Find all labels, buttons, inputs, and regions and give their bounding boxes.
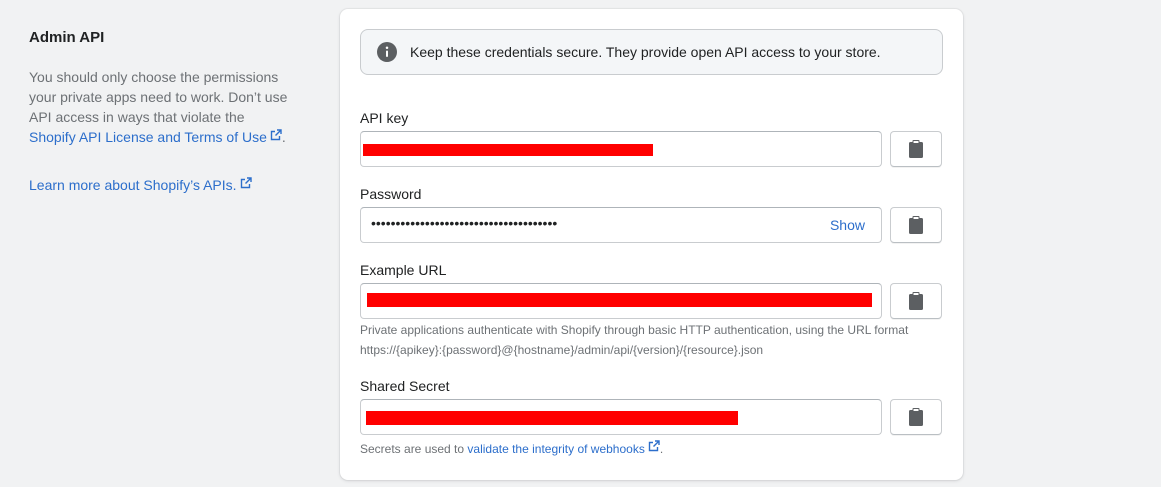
api-key-field: API key bbox=[360, 108, 943, 167]
admin-api-description-section: Admin API You should only choose the per… bbox=[29, 28, 289, 195]
shared-secret-help-suffix: . bbox=[659, 442, 664, 456]
password-label: Password bbox=[360, 186, 422, 202]
password-input[interactable]: •••••••••••••••••••••••••••••••••••••• S… bbox=[360, 207, 882, 243]
info-icon bbox=[377, 42, 397, 62]
admin-api-page: Admin API You should only choose the per… bbox=[0, 0, 1161, 487]
copy-password-button[interactable] bbox=[890, 207, 942, 243]
redaction-bar bbox=[366, 411, 738, 425]
example-url-label: Example URL bbox=[360, 262, 447, 278]
credentials-card: Keep these credentials secure. They prov… bbox=[340, 9, 963, 480]
external-link-icon bbox=[648, 440, 660, 452]
learn-more-row: Learn more about Shopify’s APIs. bbox=[29, 175, 289, 195]
clipboard-icon bbox=[909, 140, 923, 158]
example-url-help-line2: https://{apikey}:{password}@{hostname}/a… bbox=[360, 343, 764, 357]
clipboard-icon bbox=[909, 292, 923, 310]
copy-api-key-button[interactable] bbox=[890, 131, 942, 167]
password-field: Password •••••••••••••••••••••••••••••••… bbox=[360, 184, 943, 243]
section-description: You should only choose the permissions y… bbox=[29, 67, 289, 147]
api-key-label: API key bbox=[360, 110, 409, 126]
security-banner: Keep these credentials secure. They prov… bbox=[360, 29, 943, 75]
show-password-button[interactable]: Show bbox=[830, 217, 865, 233]
webhook-integrity-link-text: validate the integrity of webhooks bbox=[467, 442, 645, 456]
api-key-input[interactable] bbox=[360, 131, 882, 167]
example-url-help-line1: Private applications authenticate with S… bbox=[360, 323, 909, 337]
shared-secret-row bbox=[360, 399, 943, 435]
example-url-input[interactable] bbox=[360, 283, 882, 319]
section-title: Admin API bbox=[29, 29, 105, 46]
redaction-bar bbox=[367, 293, 872, 307]
description-text: You should only choose the permissions y… bbox=[29, 69, 288, 125]
clipboard-icon bbox=[909, 216, 923, 234]
shared-secret-label: Shared Secret bbox=[360, 378, 450, 394]
example-url-help: Private applications authenticate with S… bbox=[360, 320, 943, 360]
api-license-link[interactable]: Shopify API License and Terms of Use bbox=[29, 129, 282, 145]
external-link-icon bbox=[240, 177, 252, 189]
banner-text: Keep these credentials secure. They prov… bbox=[410, 44, 881, 60]
api-license-link-text: Shopify API License and Terms of Use bbox=[29, 129, 267, 145]
password-row: •••••••••••••••••••••••••••••••••••••• S… bbox=[360, 207, 943, 243]
clipboard-icon bbox=[909, 408, 923, 426]
copy-shared-secret-button[interactable] bbox=[890, 399, 942, 435]
shared-secret-input[interactable] bbox=[360, 399, 882, 435]
copy-example-url-button[interactable] bbox=[890, 283, 942, 319]
example-url-row bbox=[360, 283, 943, 319]
api-key-row bbox=[360, 131, 943, 167]
shared-secret-field: Shared Secret Secrets are used to valida… bbox=[360, 376, 943, 456]
description-suffix: . bbox=[281, 129, 286, 145]
webhook-integrity-link[interactable]: validate the integrity of webhooks bbox=[467, 440, 660, 456]
learn-more-link-text: Learn more about Shopify’s APIs. bbox=[29, 177, 237, 193]
shared-secret-help: Secrets are used to validate the integri… bbox=[360, 439, 943, 459]
example-url-field: Example URL Private applications authent… bbox=[360, 260, 943, 357]
password-masked-value: •••••••••••••••••••••••••••••••••••••• bbox=[371, 215, 558, 231]
redaction-bar bbox=[363, 144, 653, 156]
external-link-icon bbox=[270, 129, 282, 141]
learn-more-link[interactable]: Learn more about Shopify’s APIs. bbox=[29, 177, 252, 193]
shared-secret-help-text: Secrets are used to bbox=[360, 442, 468, 456]
